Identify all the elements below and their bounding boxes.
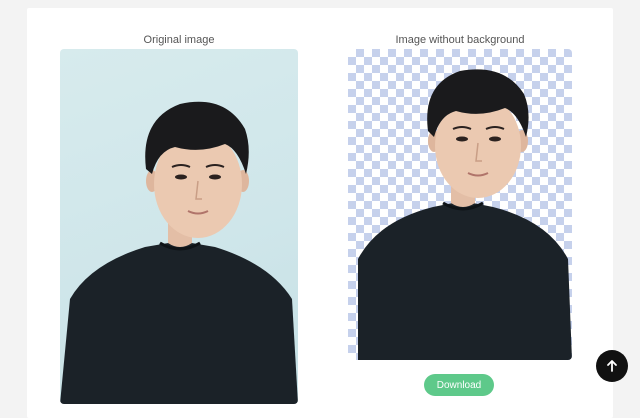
scroll-to-top-button[interactable] bbox=[596, 350, 628, 382]
person-figure bbox=[60, 101, 298, 404]
original-image bbox=[60, 49, 298, 404]
original-image-caption: Original image bbox=[143, 34, 215, 46]
background-removed-image bbox=[348, 49, 572, 360]
person-cutout-figure bbox=[358, 69, 572, 360]
arrow-up-icon bbox=[607, 360, 617, 372]
cutout-image-caption: Image without background bbox=[395, 34, 525, 46]
download-button[interactable]: Download bbox=[424, 374, 494, 396]
